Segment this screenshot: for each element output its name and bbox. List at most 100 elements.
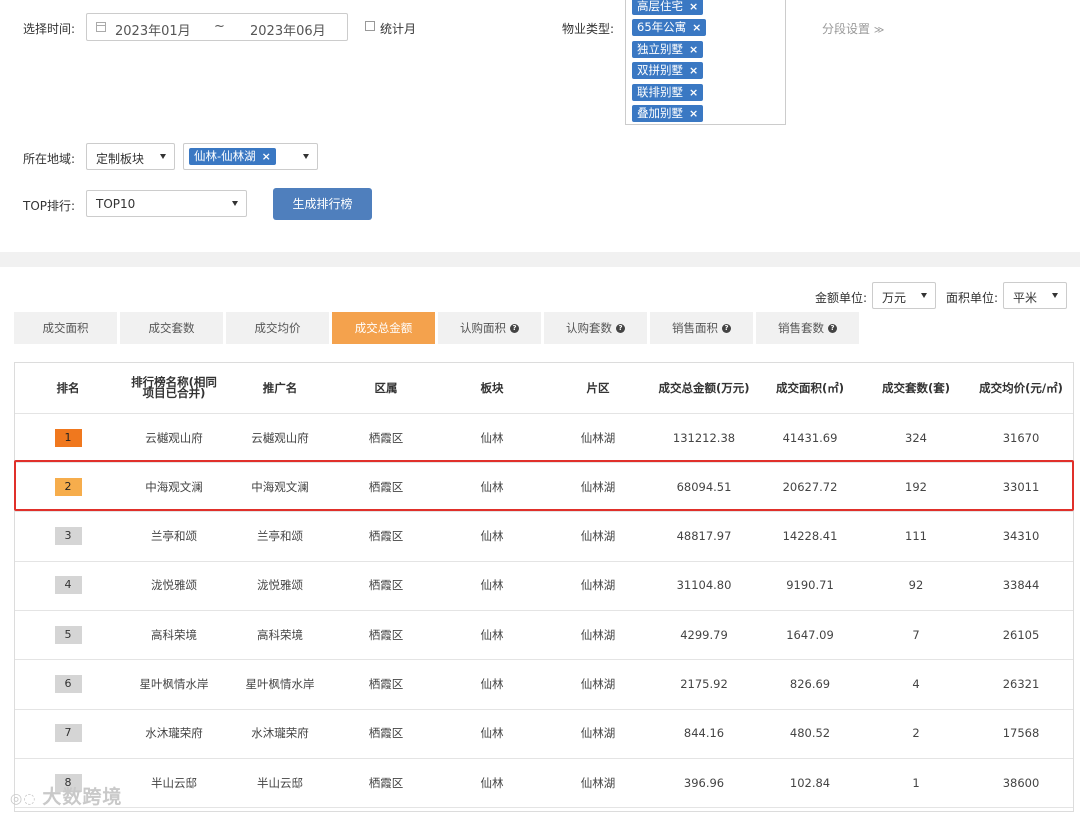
district-cell: 栖霞区	[368, 775, 404, 790]
area-cell: 仙林湖	[580, 677, 616, 691]
stat-month-checkbox[interactable]	[365, 21, 375, 31]
district-cell: 栖霞区	[368, 578, 404, 593]
amount-cell: 48817.97	[676, 529, 732, 544]
ranking-table: 排名 排行榜名称(相同项目已合并) 推广名 区属 板块 片区 成交总金额(万元)…	[14, 362, 1074, 812]
remove-tag-icon[interactable]: ×	[689, 43, 698, 56]
block-cell: 仙林	[480, 677, 504, 691]
size-cell: 41431.69	[782, 430, 838, 445]
tab-deal-avg-price[interactable]: 成交均价	[226, 312, 329, 344]
help-icon[interactable]: ?	[510, 324, 519, 333]
amount-cell: 4299.79	[680, 627, 728, 642]
name-cell: 星叶枫情水岸	[139, 677, 209, 691]
tab-deal-area[interactable]: 成交面积	[14, 312, 117, 344]
property-tag[interactable]: 双拼别墅 ×	[632, 62, 704, 79]
column-header: 成交面积(㎡)	[775, 380, 844, 395]
district-cell: 栖霞区	[368, 627, 404, 642]
tab-deal-total-amount[interactable]: 成交总金额	[332, 312, 435, 344]
block-cell: 仙林	[480, 529, 504, 544]
date-start[interactable]: 2023年01月	[115, 20, 191, 39]
district-cell: 栖霞区	[368, 430, 404, 445]
rank-cell: 3	[15, 512, 121, 561]
region-multiselect[interactable]: 仙林-仙林湖 ×	[183, 143, 318, 170]
tab-subscription-area[interactable]: 认购面积?	[438, 312, 541, 344]
size-cell: 480.52	[789, 726, 831, 741]
property-tag[interactable]: 独立别墅 ×	[632, 41, 704, 58]
logo-icon: ◎◌	[10, 791, 43, 807]
table-row[interactable]: 7 水沐瓏荣府 水沐瓏荣府 栖霞区 仙林 仙林湖 844.16 480.52 2 17568	[15, 709, 1073, 759]
remove-tag-icon[interactable]: ×	[689, 107, 698, 120]
remove-tag-icon[interactable]: ×	[689, 64, 698, 77]
units-cell: 92	[908, 578, 924, 593]
rank-badge: 7	[54, 724, 82, 743]
name-cell: 云樾观山府	[145, 430, 203, 445]
units-cell: 324	[905, 430, 927, 445]
table-row[interactable]: 3 兰亭和颂 兰亭和颂 栖霞区 仙林 仙林湖 48817.97 14228.41 111 3431…	[15, 512, 1073, 562]
rank-cell: 4	[15, 561, 121, 610]
property-tag[interactable]: 叠加别墅 ×	[632, 105, 704, 122]
promo-cell: 半山云邸	[257, 775, 303, 790]
block-cell: 仙林	[480, 726, 504, 741]
help-icon[interactable]: ?	[616, 324, 625, 333]
promo-cell: 星叶枫情水岸	[245, 677, 315, 691]
highlight-box	[14, 460, 1074, 511]
avg-cell: 38600	[1002, 775, 1040, 790]
property-type-multiselect[interactable]: 高层住宅 × 65年公寓 × 独立别墅 × 双拼别墅 × 联排别墅 × 叠加别墅 ×	[625, 0, 786, 125]
amount-cell: 31104.80	[676, 578, 732, 593]
remove-tag-icon[interactable]: ×	[689, 86, 698, 99]
table-row[interactable]: 8 半山云邸 半山云邸 栖霞区 仙林 仙林湖 396.96 102.84 1 38600	[15, 758, 1073, 809]
size-cell: 9190.71	[786, 578, 834, 593]
help-icon[interactable]: ?	[722, 324, 731, 333]
region-label: 所在地域:	[23, 152, 76, 166]
column-header: 区属	[374, 380, 398, 395]
size-cell: 14228.41	[782, 529, 838, 544]
top-rank-label: TOP排行:	[23, 199, 76, 213]
name-cell: 兰亭和颂	[151, 529, 197, 544]
avg-cell: 17568	[1002, 726, 1040, 741]
promo-cell: 云樾观山府	[251, 430, 309, 445]
date-range-picker[interactable]: 2023年01月 ~ 2023年06月	[86, 13, 348, 41]
segment-settings-link[interactable]: 分段设置 ≫	[822, 20, 884, 37]
help-icon[interactable]: ?	[828, 324, 837, 333]
rank-cell: 6	[15, 660, 121, 709]
remove-tag-icon[interactable]: ×	[262, 150, 271, 163]
region-type-select[interactable]: 定制板块	[86, 143, 175, 170]
remove-tag-icon[interactable]: ×	[692, 21, 701, 34]
promo-cell: 高科荣境	[257, 627, 303, 642]
units-cell: 1	[912, 775, 920, 790]
block-cell: 仙林	[480, 430, 504, 445]
size-cell: 826.69	[789, 677, 831, 691]
block-cell: 仙林	[480, 627, 504, 642]
date-separator: ~	[214, 19, 225, 34]
table-row[interactable]: 1 云樾观山府 云樾观山府 栖霞区 仙林 仙林湖 131212.38 41431.69 324 3…	[15, 413, 1073, 463]
date-end[interactable]: 2023年06月	[250, 20, 326, 39]
tab-sales-units[interactable]: 销售套数?	[756, 312, 859, 344]
promo-cell: 泷悦雅颂	[257, 578, 303, 593]
generate-ranking-button[interactable]: 生成排行榜	[273, 188, 372, 220]
remove-tag-icon[interactable]: ×	[689, 0, 698, 13]
tab-deal-units[interactable]: 成交套数	[120, 312, 223, 344]
property-tag[interactable]: 高层住宅 ×	[632, 0, 704, 15]
tab-subscription-units[interactable]: 认购套数?	[544, 312, 647, 344]
watermark: ◎◌ 大数跨境	[10, 786, 123, 808]
amount-unit-label: 金额单位:	[815, 291, 868, 305]
area-unit-select[interactable]: 平米	[1003, 282, 1067, 309]
rank-badge: 1	[54, 428, 82, 447]
table-row[interactable]: 6 星叶枫情水岸 星叶枫情水岸 栖霞区 仙林 仙林湖 2175.92 826.69 4 26321	[15, 660, 1073, 710]
tab-sales-area[interactable]: 销售面积?	[650, 312, 753, 344]
table-row[interactable]: 5 高科荣境 高科荣境 栖霞区 仙林 仙林湖 4299.79 1647.09 7 26105	[15, 610, 1073, 661]
property-tag[interactable]: 65年公寓 ×	[632, 19, 707, 36]
rank-cell: 1	[15, 413, 121, 462]
block-cell: 仙林	[480, 775, 504, 790]
column-header: 排行榜名称(相同项目已合并)	[131, 375, 217, 400]
area-cell: 仙林湖	[580, 627, 616, 642]
property-tag[interactable]: 联排别墅 ×	[632, 84, 704, 101]
table-row[interactable]: 4 泷悦雅颂 泷悦雅颂 栖霞区 仙林 仙林湖 31104.80 9190.71 92 33844	[15, 561, 1073, 611]
units-cell: 111	[905, 529, 927, 544]
size-cell: 1647.09	[786, 627, 834, 642]
region-tag[interactable]: 仙林-仙林湖 ×	[189, 148, 276, 165]
column-header: 成交均价(元/㎡)	[979, 380, 1063, 395]
rank-badge: 5	[54, 625, 82, 644]
column-header: 成交总金额(万元)	[658, 380, 750, 395]
top-rank-select[interactable]: TOP10	[86, 190, 247, 217]
amount-unit-select[interactable]: 万元	[872, 282, 936, 309]
